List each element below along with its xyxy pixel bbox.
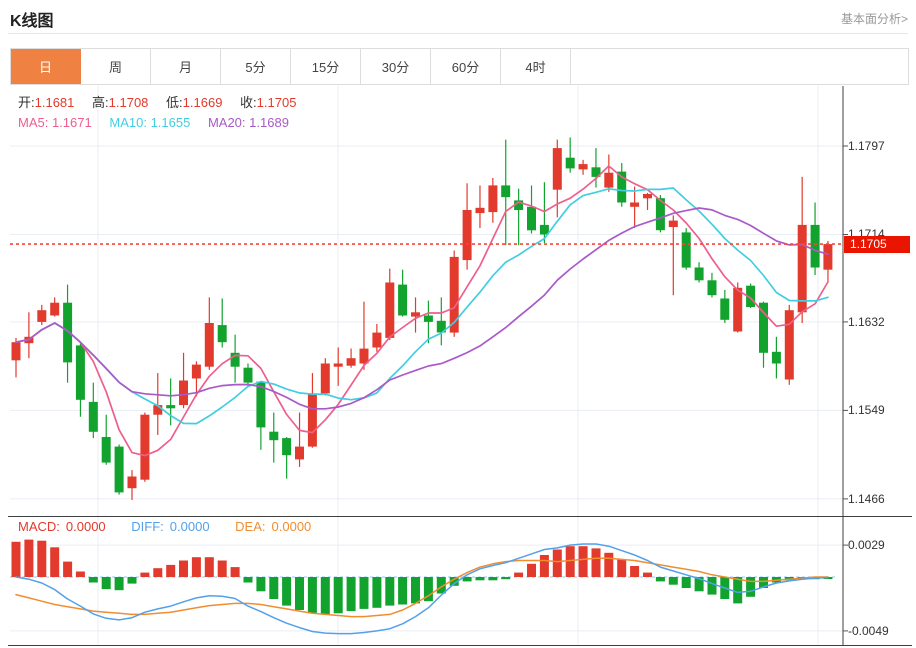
ma20-value: 1.1689 <box>249 115 289 130</box>
open-label: 开: <box>18 95 35 110</box>
high-value: 1.1708 <box>109 95 149 110</box>
diff-label: DIFF: <box>131 519 164 534</box>
ma5-label: MA5: <box>18 115 48 130</box>
close-value: 1.1705 <box>257 95 297 110</box>
ma10-label: MA10: <box>109 115 147 130</box>
dea-value: 0.0000 <box>272 519 312 534</box>
kline-chart-page: K线图 基本面分析> 日 周 月 5分 15分 30分 60分 4时 开:1.1… <box>0 0 916 648</box>
high-label: 高: <box>92 95 109 110</box>
ma5-value: 1.1671 <box>52 115 92 130</box>
ma20-label: MA20: <box>208 115 246 130</box>
macd-value: 0.0000 <box>66 519 106 534</box>
diff-value: 0.0000 <box>170 519 210 534</box>
grid-layer <box>10 86 843 645</box>
low-label: 低: <box>166 95 183 110</box>
dea-line <box>16 558 828 616</box>
ohlc-info: 开:1.1681 高:1.1708 低:1.1669 收:1.1705 MA5:… <box>18 93 310 133</box>
open-value: 1.1681 <box>35 95 75 110</box>
ohlc-row: 开:1.1681 高:1.1708 低:1.1669 收:1.1705 <box>18 93 310 113</box>
macd-histogram <box>12 540 833 615</box>
ma10-value: 1.1655 <box>151 115 191 130</box>
ma10-line <box>16 188 828 424</box>
dea-label: DEA: <box>235 519 265 534</box>
low-value: 1.1669 <box>183 95 223 110</box>
candles-layer <box>12 137 833 499</box>
ma20-line <box>16 208 828 409</box>
close-label: 收: <box>240 95 257 110</box>
current-price-tag: 1.1705 <box>844 236 910 253</box>
macd-label: MACD: <box>18 519 60 534</box>
ma-row: MA5: 1.1671 MA10: 1.1655 MA20: 1.1689 <box>18 113 310 133</box>
diff-line <box>16 544 828 634</box>
macd-info: MACD: 0.0000 DIFF: 0.0000 DEA: 0.0000 <box>18 519 317 534</box>
